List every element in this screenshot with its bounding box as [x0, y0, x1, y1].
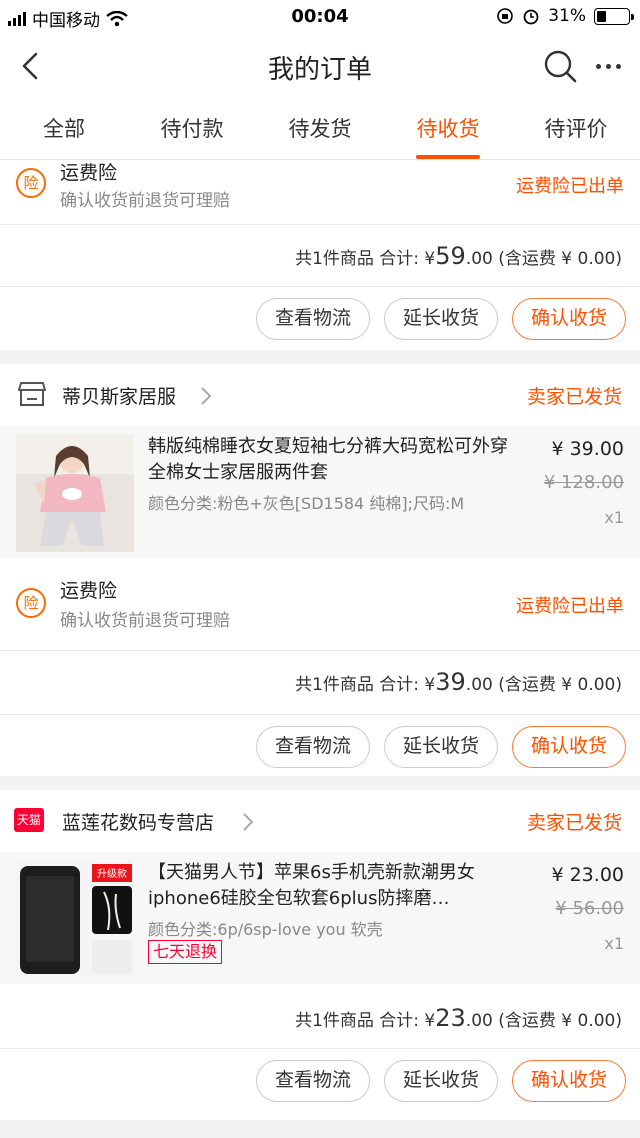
order-card: 险 运费险 确认收货前退货可理赔 运费险已出单 共1件商品 合计: ¥59.00… [0, 160, 640, 350]
insurance-status: 运费险已出单 [516, 176, 624, 197]
insurance-subtitle: 确认收货前退货可理赔 [60, 191, 230, 211]
product-price: ¥ 39.00 [551, 438, 624, 460]
action-buttons: 查看物流 延长收货 确认收货 [255, 298, 626, 340]
summary-decimal: .00 [465, 675, 493, 695]
order-tabs: 全部 待付款 待发货 待收货 待评价 [0, 100, 640, 160]
product-item[interactable]: 韩版纯棉睡衣女夏短袖七分裤大码宽松可外穿全棉女士家居服两件套 颜色分类:粉色+灰… [0, 426, 640, 558]
tab-pending-receipt[interactable]: 待收货 [384, 100, 512, 159]
divider [0, 286, 640, 287]
divider [0, 224, 640, 225]
product-thumbnail [16, 434, 134, 552]
extend-receipt-button[interactable]: 延长收货 [383, 1060, 498, 1102]
back-icon[interactable] [14, 48, 50, 84]
summary-decimal: .00 [465, 249, 493, 269]
insurance-subtitle: 确认收货前退货可理赔 [60, 611, 230, 631]
shop-header[interactable]: 蒂贝斯家居服 卖家已发货 [0, 364, 640, 426]
tab-pending-review[interactable]: 待评价 [512, 100, 640, 159]
extend-receipt-button[interactable]: 延长收货 [383, 298, 498, 340]
status-right: 31% [496, 6, 634, 26]
summary-amount: 23 [435, 1004, 466, 1032]
summary-count: 共1件商品 合计: ¥ [295, 249, 436, 269]
extend-receipt-button[interactable]: 延长收货 [383, 726, 498, 768]
insurance-status: 运费险已出单 [516, 596, 624, 617]
orientation-lock-icon [497, 8, 514, 24]
product-title: 韩版纯棉睡衣女夏短袖七分裤大码宽松可外穿全棉女士家居服两件套 [148, 436, 508, 483]
insurance-title: 运费险 [60, 162, 118, 184]
return-policy-tag: 七天退换 [148, 940, 223, 964]
confirm-receipt-button[interactable]: 确认收货 [511, 726, 626, 768]
divider [0, 650, 640, 651]
view-logistics-button[interactable]: 查看物流 [255, 1060, 370, 1102]
page-title: 我的订单 [267, 54, 372, 85]
nav-bar: 我的订单 [0, 34, 640, 100]
order-summary: 共1件商品 合计: ¥59.00 (含运费 ¥ 0.00) [295, 242, 622, 270]
order-list: 险 运费险 确认收货前退货可理赔 运费险已出单 共1件商品 合计: ¥59.00… [0, 160, 640, 1138]
chevron-right-icon [201, 387, 212, 405]
product-quantity: x1 [604, 508, 624, 527]
summary-shipping: (含运费 ¥ 0.00) [492, 675, 622, 695]
tab-pending-payment[interactable]: 待付款 [128, 100, 256, 159]
status-bar: 中国移动 00:04 31% [0, 0, 640, 34]
product-thumbnail: 升级款 [16, 860, 134, 978]
order-summary: 共1件商品 合计: ¥23.00 (含运费 ¥ 0.00) [295, 1004, 622, 1032]
order-status: 卖家已发货 [526, 812, 622, 834]
shop-name: 蓝莲花数码专营店 [62, 812, 215, 834]
search-icon[interactable] [542, 48, 578, 84]
chevron-right-icon [243, 813, 254, 831]
product-item[interactable]: 升级款 【天猫男人节】苹果6s手机壳新款潮男女iphone6硅胶全包软套6plu… [0, 852, 640, 984]
insurance-badge-icon: 险 [16, 588, 46, 618]
confirm-receipt-button[interactable]: 确认收货 [511, 298, 626, 340]
insurance-row: 险 运费险 确认收货前退货可理赔 运费险已出单 [0, 558, 640, 638]
divider [0, 1048, 640, 1049]
battery-icon [594, 7, 634, 25]
store-icon [18, 382, 46, 406]
view-logistics-button[interactable]: 查看物流 [255, 298, 370, 340]
action-buttons: 查看物流 延长收货 确认收货 [255, 726, 626, 768]
order-status: 卖家已发货 [526, 386, 622, 408]
product-title: 【天猫男人节】苹果6s手机壳新款潮男女iphone6硅胶全包软套6plus防摔磨… [148, 862, 475, 909]
summary-shipping: (含运费 ¥ 0.00) [492, 249, 622, 269]
thumb-label: 升级款 [97, 867, 127, 880]
tab-all[interactable]: 全部 [0, 100, 128, 159]
shop-name: 蒂贝斯家居服 [62, 386, 177, 408]
summary-amount: 59 [435, 242, 466, 270]
insurance-title: 运费险 [60, 580, 118, 602]
product-quantity: x1 [604, 934, 624, 953]
product-original-price: ¥ 128.00 [543, 472, 624, 493]
summary-shipping: (含运费 ¥ 0.00) [492, 1011, 622, 1031]
shop-header[interactable]: 天猫 蓝莲花数码专营店 卖家已发货 [0, 790, 640, 852]
product-spec: 颜色分类:粉色+灰色[SD1584 纯棉];尺码:M [148, 494, 465, 513]
action-buttons: 查看物流 延长收货 确认收货 [255, 1060, 626, 1102]
divider [0, 714, 640, 715]
view-logistics-button[interactable]: 查看物流 [255, 726, 370, 768]
summary-decimal: .00 [465, 1011, 493, 1031]
summary-amount: 39 [435, 668, 466, 696]
alarm-icon [523, 9, 539, 25]
tab-pending-shipment[interactable]: 待发货 [256, 100, 384, 159]
product-original-price: ¥ 56.00 [555, 898, 624, 919]
more-icon[interactable] [590, 48, 626, 84]
summary-count: 共1件商品 合计: ¥ [295, 1011, 436, 1031]
order-card: 蒂贝斯家居服 卖家已发货 韩版纯棉睡衣女夏短袖七分裤大码宽松可外穿全棉女士家居服… [0, 364, 640, 776]
confirm-receipt-button[interactable]: 确认收货 [511, 1060, 626, 1102]
tmall-badge: 天猫 [14, 808, 44, 832]
insurance-badge-icon: 险 [16, 168, 46, 198]
order-summary: 共1件商品 合计: ¥39.00 (含运费 ¥ 0.00) [295, 668, 622, 696]
product-price: ¥ 23.00 [551, 864, 624, 886]
order-card: 天猫 蓝莲花数码专营店 卖家已发货 升级款 【天猫男人节】苹果6s手机壳新款潮男… [0, 790, 640, 1120]
battery-percent: 31% [548, 6, 586, 26]
insurance-row: 险 运费险 确认收货前退货可理赔 运费险已出单 [0, 160, 640, 226]
product-spec: 颜色分类:6p/6sp-love you 软壳 [148, 920, 383, 939]
summary-count: 共1件商品 合计: ¥ [295, 675, 436, 695]
